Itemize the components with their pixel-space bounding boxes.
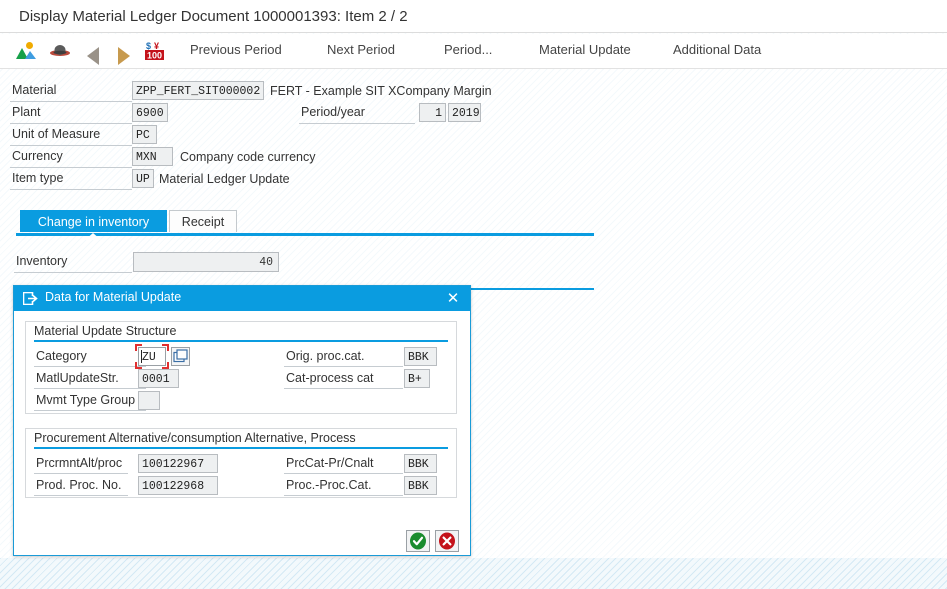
proc-proc-cat-label: Proc.-Proc.Cat.: [284, 476, 403, 496]
plant-label: Plant: [10, 103, 132, 124]
group1-title: Material Update Structure: [34, 323, 448, 342]
cat-process-cat-label: Cat-process cat: [284, 369, 403, 389]
unit-of-measure-label: Unit of Measure: [10, 125, 132, 146]
prccat-pr-cnalt-field[interactable]: BBK: [404, 454, 437, 473]
item-type-label: Item type: [10, 169, 132, 190]
price-100-icon[interactable]: $ ¥ 100: [143, 40, 167, 63]
currency-field[interactable]: MXN: [132, 147, 173, 166]
mvmt-type-group-label: Mvmt Type Group: [34, 391, 146, 411]
prccat-pr-cnalt-label: PrcCat-Pr/Cnalt: [284, 454, 403, 474]
document-header-form: Material ZPP_FERT_SIT000002 FERT - Examp…: [0, 70, 947, 190]
prod-proc-no-field[interactable]: 100122968: [138, 476, 218, 495]
plant-field[interactable]: 6900: [132, 103, 168, 122]
unit-of-measure-field[interactable]: PC: [132, 125, 157, 144]
dialog-body: Material Update Structure Category ZU Ma…: [14, 311, 470, 555]
matl-update-str-label: MatlUpdateStr.: [34, 369, 146, 389]
dialog-title: Data for Material Update: [45, 290, 182, 304]
inventory-label: Inventory: [14, 252, 132, 273]
tab-receipt[interactable]: Receipt: [169, 210, 237, 232]
dialog-title-bar: Data for Material Update ✕: [14, 286, 470, 311]
item-type-field[interactable]: UP: [132, 169, 154, 188]
material-description: FERT - Example SIT XCompany Margin: [270, 84, 492, 98]
previous-arrow-icon[interactable]: [82, 40, 106, 65]
svg-text:$: $: [146, 41, 151, 51]
material-label: Material: [10, 81, 132, 102]
dialog-window-icon: [22, 291, 38, 306]
additional-data-button[interactable]: Additional Data: [673, 42, 761, 62]
inventory-field[interactable]: 40: [133, 252, 279, 272]
cat-process-cat-field[interactable]: B+: [404, 369, 430, 388]
year-field[interactable]: 2019: [448, 103, 481, 122]
prcrmnt-alt-proc-field[interactable]: 100122967: [138, 454, 218, 473]
material-field[interactable]: ZPP_FERT_SIT000002: [132, 81, 264, 100]
proc-proc-cat-field[interactable]: BBK: [404, 476, 437, 495]
currency-description: Company code currency: [180, 150, 316, 164]
cancel-button[interactable]: [435, 530, 459, 552]
hat-icon[interactable]: [48, 40, 72, 63]
tab-active-caret-icon: [85, 233, 101, 240]
material-update-button[interactable]: Material Update: [539, 42, 631, 62]
tab-strip: Change in inventory Receipt: [16, 210, 594, 234]
period-field[interactable]: 1: [419, 103, 446, 122]
orig-proc-cat-field[interactable]: BBK: [404, 347, 437, 366]
close-icon[interactable]: ✕: [442, 289, 464, 309]
confirm-button[interactable]: [406, 530, 430, 552]
next-arrow-icon[interactable]: [112, 40, 136, 65]
next-period-button[interactable]: Next Period: [327, 42, 395, 62]
application-toolbar: $ ¥ 100 Previous Period Next Period Peri…: [0, 34, 947, 69]
tab-underline: [16, 233, 594, 236]
svg-text:¥: ¥: [154, 41, 159, 51]
group2-title: Procurement Alternative/consumption Alte…: [34, 430, 448, 449]
category-search-help-icon[interactable]: [171, 347, 190, 366]
sap-gui-window: Display Material Ledger Document 1000001…: [0, 0, 947, 589]
svg-text:100: 100: [147, 51, 162, 61]
category-field[interactable]: ZU: [138, 347, 166, 366]
mvmt-type-group-field[interactable]: [138, 391, 160, 410]
category-label: Category: [34, 347, 146, 367]
tab-change-in-inventory[interactable]: Change in inventory: [20, 210, 167, 232]
prcrmnt-alt-proc-label: PrcrmntAlt/proc: [34, 454, 128, 474]
title-bar: Display Material Ledger Document 1000001…: [0, 0, 947, 33]
previous-period-button[interactable]: Previous Period: [190, 42, 282, 62]
picture-icon[interactable]: [14, 40, 38, 63]
period-more-button[interactable]: Period...: [444, 42, 492, 62]
status-area: [0, 558, 947, 589]
matl-update-str-field[interactable]: 0001: [138, 369, 179, 388]
period-year-label: Period/year: [299, 103, 415, 124]
item-type-description: Material Ledger Update: [159, 172, 290, 186]
page-title: Display Material Ledger Document 1000001…: [19, 8, 408, 25]
prod-proc-no-label: Prod. Proc. No.: [34, 476, 128, 496]
orig-proc-cat-label: Orig. proc.cat.: [284, 347, 403, 367]
material-update-dialog: Data for Material Update ✕ Material Upda…: [13, 285, 471, 556]
text-cursor: [141, 350, 142, 363]
currency-label: Currency: [10, 147, 132, 168]
